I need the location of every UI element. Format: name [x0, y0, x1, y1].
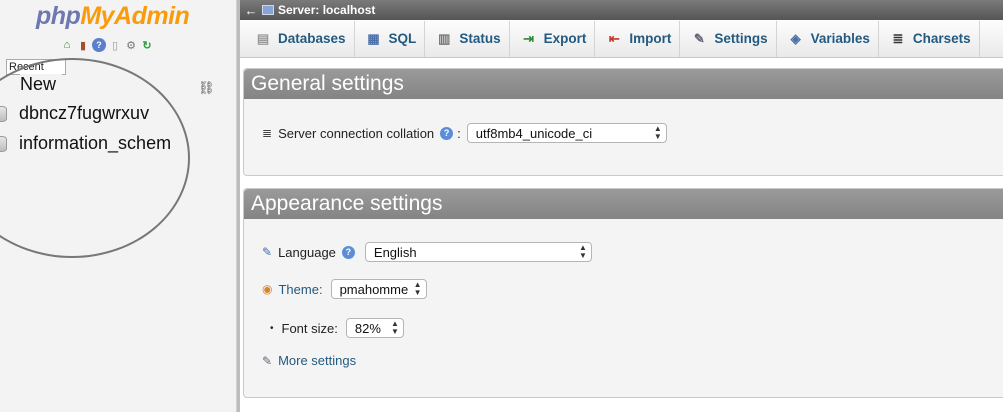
bullet-icon: •: [270, 322, 274, 334]
select-arrows-icon: ▲ ▼: [390, 319, 399, 336]
help-icon[interactable]: ?: [92, 38, 106, 52]
general-settings-panel: General settings ≣ Server connection col…: [243, 68, 1003, 176]
collation-value: utf8mb4_unicode_ci: [475, 125, 593, 141]
appearance-settings-panel: Appearance settings ✎ Language ? English…: [243, 188, 1003, 398]
language-row: ✎ Language ? English ▲ ▼: [262, 242, 592, 262]
tab-label: Variables: [810, 31, 870, 46]
home-icon[interactable]: ⌂: [60, 38, 74, 52]
theme-select[interactable]: pmahomme ▲ ▼: [330, 279, 427, 299]
tab-settings[interactable]: ✎ Settings: [680, 20, 777, 57]
database-name: information_schem: [19, 133, 172, 153]
language-label: Language: [278, 244, 336, 260]
more-settings-link[interactable]: More settings: [278, 353, 356, 368]
import-icon: ⇤: [608, 30, 620, 46]
recent-tables-dropdown[interactable]: Recent: [6, 59, 66, 75]
select-arrows-icon: ▲ ▼: [653, 124, 662, 141]
database-icon: [0, 105, 7, 122]
help-icon[interactable]: ?: [440, 126, 454, 140]
status-icon: ▥: [438, 30, 451, 46]
theme-row: ◉ Theme: pmahomme ▲ ▼: [262, 279, 427, 299]
tab-charsets[interactable]: ≣ Charsets: [879, 20, 980, 57]
gear-icon[interactable]: ⚙: [124, 38, 138, 52]
tab-sql[interactable]: ▦ SQL: [355, 20, 426, 57]
navigation-sidebar: phpMyAdmin ⌂ ▮ ? ▯ ⚙ ↻ Recent ⛓ New dbnc…: [0, 0, 237, 412]
sidebar-resize-handle[interactable]: [237, 0, 240, 412]
tab-export[interactable]: ⇥ Export: [510, 20, 596, 57]
theme-link[interactable]: Theme:: [278, 282, 322, 297]
panel-title: Appearance settings: [244, 189, 1003, 219]
tab-databases[interactable]: ▤ Databases: [244, 20, 355, 57]
link-icon[interactable]: ⛓: [198, 80, 215, 96]
font-size-label: Font size:: [281, 320, 338, 336]
export-icon: ⇥: [523, 30, 535, 46]
tab-variables[interactable]: ◈ Variables: [777, 20, 879, 57]
tab-label: Charsets: [912, 31, 971, 46]
select-arrows-icon: ▲ ▼: [578, 243, 587, 260]
palette-icon: ◉: [262, 282, 273, 296]
tree-item-database[interactable]: information_schem: [0, 133, 171, 154]
font-size-row: • Font size: 82% ▲ ▼: [270, 318, 404, 338]
database-icon: [0, 135, 7, 152]
tab-import[interactable]: ⇤ Import: [595, 20, 681, 57]
variables-icon: ◈: [790, 30, 801, 46]
collapse-arrow-icon[interactable]: ←: [240, 3, 262, 18]
server-icon: [262, 5, 274, 15]
panel-title: General settings: [244, 69, 1003, 99]
database-name: dbncz7fugwrxuv: [19, 103, 150, 123]
language-value: English: [373, 244, 417, 260]
tree-item-database[interactable]: dbncz7fugwrxuv: [0, 103, 149, 124]
collation-label: Server connection collation: [278, 125, 435, 141]
documentation-icon[interactable]: ▯: [108, 38, 122, 52]
reload-icon[interactable]: ↻: [140, 38, 154, 52]
database-icon: ▤: [256, 30, 270, 46]
help-icon[interactable]: ?: [341, 245, 355, 259]
font-size-select[interactable]: 82% ▲ ▼: [345, 318, 404, 338]
tab-label: Status: [459, 31, 501, 46]
tree-item-new[interactable]: New: [20, 74, 63, 95]
language-select[interactable]: English ▲ ▼: [364, 242, 592, 262]
more-settings-row: ✎ More settings: [262, 353, 356, 368]
breadcrumb-server[interactable]: Server: localhost: [278, 3, 375, 17]
sql-icon: ▦: [367, 30, 380, 46]
tab-status[interactable]: ▥ Status: [425, 20, 510, 57]
tab-label: Export: [543, 31, 587, 46]
tab-label: Databases: [278, 31, 346, 46]
wrench-icon: ✎: [262, 353, 273, 368]
charsets-icon: ≣: [892, 30, 904, 46]
font-size-value: 82%: [354, 320, 381, 336]
tab-label: Settings: [714, 31, 768, 46]
collation-icon: ≣: [262, 126, 273, 140]
logo-myadmin-text: MyAdmin: [80, 2, 190, 30]
phpmyadmin-logo[interactable]: phpMyAdmin: [36, 2, 190, 31]
tab-label: SQL: [388, 31, 417, 46]
theme-value: pmahomme: [339, 281, 409, 297]
sidebar-icon-bar: ⌂ ▮ ? ▯ ⚙ ↻: [60, 38, 154, 52]
select-arrows-icon: ▲ ▼: [413, 280, 422, 297]
colon: :: [457, 125, 461, 141]
collation-select[interactable]: utf8mb4_unicode_ci ▲ ▼: [466, 123, 667, 143]
logout-icon[interactable]: ▮: [76, 38, 90, 52]
collation-row: ≣ Server connection collation ?: utf8mb4…: [262, 123, 667, 143]
server-tabs: ▤ Databases ▦ SQL ▥ Status ⇥ Export ⇤ Import …: [240, 20, 1003, 58]
logo-php-text: php: [36, 2, 81, 30]
language-icon: ✎: [262, 245, 273, 259]
tab-label: Import: [629, 31, 672, 46]
breadcrumb-bar: ← Server: localhost: [240, 0, 1003, 20]
wrench-icon: ✎: [693, 30, 705, 46]
